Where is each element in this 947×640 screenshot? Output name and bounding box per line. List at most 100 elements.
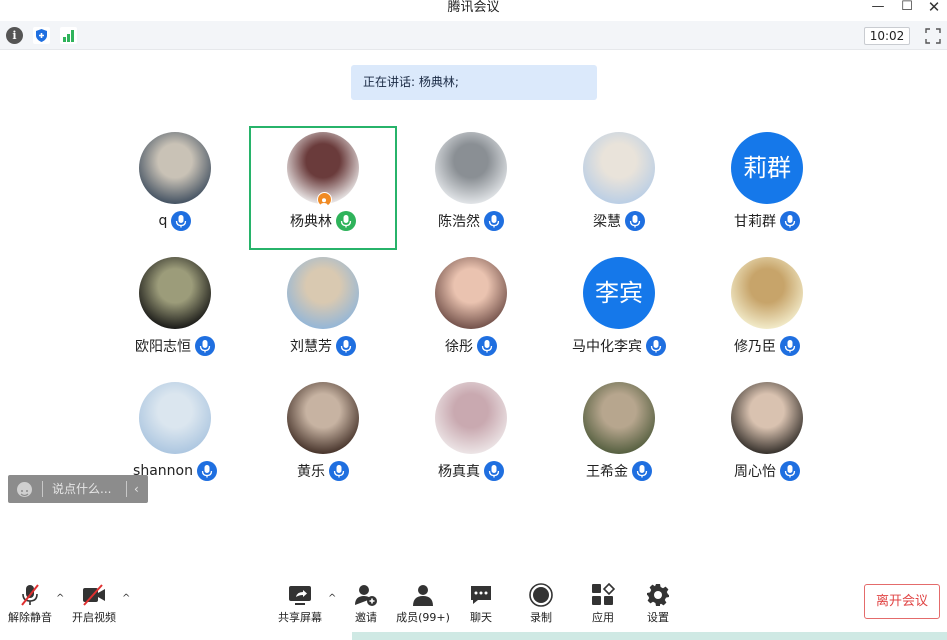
participant-name-row: 王希金 — [545, 461, 693, 481]
participant-name-row: 杨典林 — [251, 211, 395, 231]
participant-name-row: 杨真真 — [397, 461, 545, 481]
participant-name-row: 徐彤 — [397, 336, 545, 356]
avatar — [139, 257, 211, 329]
microphone-icon — [780, 336, 800, 356]
participant-tile[interactable]: 杨典林 — [249, 126, 397, 250]
divider — [126, 481, 127, 497]
window-title: 腾讯会议 — [447, 0, 500, 15]
participant-tile[interactable]: 黄乐 — [249, 376, 397, 500]
top-toolbar: i 10:02 — [0, 21, 947, 50]
participant-name-row: 周心怡 — [693, 461, 841, 481]
participant-tile[interactable]: 修乃臣 — [693, 251, 841, 375]
microphone-icon — [336, 211, 356, 231]
participant-name: 徐彤 — [445, 339, 473, 355]
participant-name: 甘莉群 — [734, 214, 776, 230]
chat-quick-input[interactable]: 说点什么... ‹ — [8, 475, 148, 503]
participant-tile[interactable]: 李宾马中化李宾 — [545, 251, 693, 375]
avatar — [731, 257, 803, 329]
close-button[interactable]: ✕ — [921, 0, 947, 16]
microphone-icon — [625, 211, 645, 231]
microphone-icon — [171, 211, 192, 231]
participant-tile[interactable]: 杨真真 — [397, 376, 545, 500]
chat-bubble-icon — [469, 583, 493, 607]
participant-tile[interactable]: 欧阳志恒 — [101, 251, 249, 375]
signal-icon[interactable] — [60, 27, 77, 44]
microphone-icon — [484, 461, 504, 481]
members-icon — [411, 583, 435, 607]
record-icon — [529, 583, 553, 607]
participant-name: 王希金 — [586, 464, 628, 480]
apps-grid-icon — [591, 582, 616, 607]
mic-muted-icon — [18, 583, 42, 607]
gear-icon — [646, 583, 670, 607]
participant-tile[interactable]: 刘慧芳 — [249, 251, 397, 375]
meeting-clock: 10:02 — [864, 27, 910, 45]
avatar — [731, 382, 803, 454]
participant-name: 梁慧 — [593, 214, 621, 230]
participant-tile[interactable]: 徐彤 — [397, 251, 545, 375]
participant-name-row: 陈浩然 — [397, 211, 545, 231]
avatar — [139, 132, 211, 204]
start-video-label: 开启视频 — [72, 611, 116, 624]
participant-name-row: 马中化李宾 — [545, 336, 693, 356]
participant-tile[interactable]: q — [101, 126, 249, 250]
microphone-icon — [336, 336, 356, 356]
host-badge-icon — [317, 192, 332, 207]
avatar — [287, 257, 359, 329]
avatar — [435, 132, 507, 204]
share-screen-icon — [288, 583, 312, 607]
participant-tile[interactable]: 陈浩然 — [397, 126, 545, 250]
settings-button[interactable]: 设置 — [628, 581, 688, 629]
participant-name: 刘慧芳 — [290, 339, 332, 355]
participant-name-row: q — [101, 211, 249, 231]
minimize-button[interactable]: — — [865, 0, 891, 16]
background-strip — [352, 632, 947, 640]
participant-name-row: 甘莉群 — [693, 211, 841, 231]
participant-name: 杨典林 — [290, 214, 332, 230]
maximize-button[interactable]: ☐ — [894, 0, 920, 16]
participant-name: 周心怡 — [734, 464, 776, 480]
title-bar: 腾讯会议 — ☐ ✕ — [0, 0, 947, 20]
participant-name-row: 黄乐 — [249, 461, 397, 481]
info-icon[interactable]: i — [6, 27, 23, 44]
microphone-icon — [780, 461, 800, 481]
participant-name-row: 欧阳志恒 — [101, 336, 249, 356]
start-video-button[interactable]: 开启视频 — [64, 581, 124, 629]
microphone-icon — [329, 461, 349, 481]
microphone-icon — [196, 461, 217, 481]
record-button[interactable]: 录制 — [511, 581, 571, 629]
microphone-icon — [477, 336, 497, 356]
avatar — [583, 132, 655, 204]
avatar: 莉群 — [731, 132, 803, 204]
avatar — [435, 257, 507, 329]
leave-meeting-button[interactable]: 离开会议 — [864, 584, 940, 619]
settings-label: 设置 — [647, 611, 669, 624]
participant-name: 陈浩然 — [438, 214, 480, 230]
divider — [42, 481, 43, 497]
participant-name: 马中化李宾 — [572, 339, 642, 355]
video-off-icon — [82, 583, 106, 607]
collapse-chevron-icon[interactable]: ‹ — [134, 475, 139, 503]
unmute-button[interactable]: 解除静音 — [0, 581, 60, 629]
share-screen-button[interactable]: 共享屏幕 — [270, 581, 330, 629]
fullscreen-icon[interactable] — [924, 27, 942, 45]
avatar: 李宾 — [583, 257, 655, 329]
participant-name-row: 梁慧 — [545, 211, 693, 231]
bottom-toolbar: 解除静音 ^ 开启视频 ^ 共享屏幕 ^ 邀请 成员(99+) 聊天 录制 应用… — [0, 575, 947, 640]
avatar — [139, 382, 211, 454]
video-options-chevron-icon[interactable]: ^ — [122, 593, 134, 604]
participant-name: 修乃臣 — [734, 339, 776, 355]
participant-name: 黄乐 — [297, 464, 325, 480]
participant-tile[interactable]: 梁慧 — [545, 126, 693, 250]
microphone-icon — [646, 336, 666, 356]
participant-name-row: 刘慧芳 — [249, 336, 397, 356]
participant-tile[interactable]: 王希金 — [545, 376, 693, 500]
shield-icon[interactable] — [33, 27, 50, 44]
chat-placeholder: 说点什么... — [52, 482, 112, 496]
invite-icon — [354, 583, 378, 607]
participant-name-row: 修乃臣 — [693, 336, 841, 356]
participant-tile[interactable]: 莉群 甘莉群 — [693, 126, 841, 250]
participant-name: q — [158, 213, 168, 229]
participant-tile[interactable]: 周心怡 — [693, 376, 841, 500]
emoji-icon[interactable] — [17, 482, 32, 497]
